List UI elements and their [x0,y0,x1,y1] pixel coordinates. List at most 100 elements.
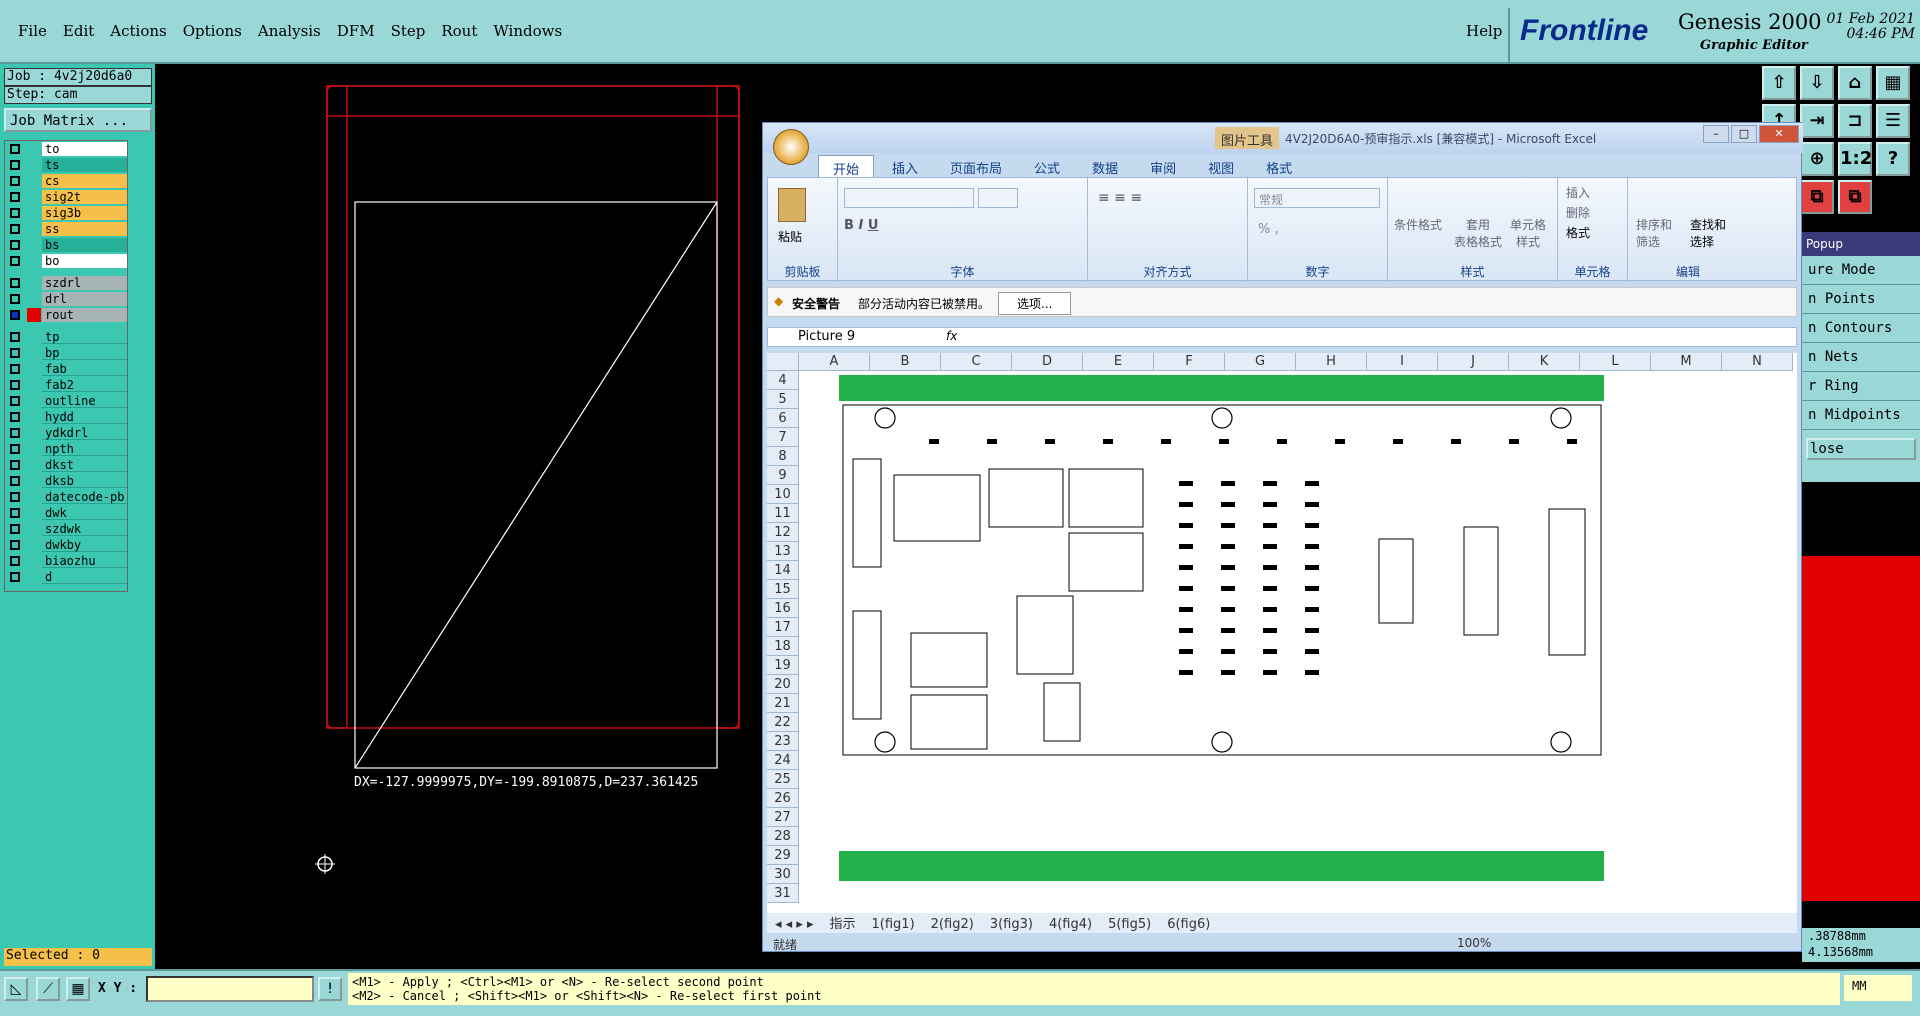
row-header[interactable]: 23 [767,732,799,751]
row-header[interactable]: 28 [767,827,799,846]
sheet-tab[interactable]: 3(fig3) [982,917,1041,932]
align-icon[interactable]: ≡ ≡ ≡ [1098,190,1142,206]
row-header[interactable]: 25 [767,770,799,789]
job-matrix-button[interactable]: Job Matrix ... [4,108,152,132]
sheet-tab[interactable]: 6(fig6) [1159,917,1218,932]
help-icon[interactable]: ? [1876,142,1910,176]
layer-row[interactable]: biaozhu [5,553,127,569]
layer-row[interactable]: d [5,569,127,585]
layer-checkbox[interactable] [10,572,20,582]
layer-row[interactable]: szdrl [5,275,127,291]
name-box[interactable]: Picture 9 [798,329,855,344]
layer-row[interactable]: fab [5,361,127,377]
layer-checkbox[interactable] [10,508,20,518]
menu-file[interactable]: File [10,22,55,40]
row-header[interactable]: 12 [767,523,799,542]
row-header[interactable]: 22 [767,713,799,732]
column-header[interactable]: F [1154,353,1225,371]
layer-row[interactable]: dwkby [5,537,127,553]
layer-row[interactable]: datecode-pb [5,489,127,505]
layer-checkbox[interactable] [10,396,20,406]
column-header[interactable]: L [1580,353,1651,371]
menu-options[interactable]: Options [175,22,250,40]
layer-checkbox[interactable] [10,224,20,234]
popup-item[interactable]: n Points [1802,285,1920,314]
grid-snap-icon[interactable]: ▦ [66,977,90,1001]
layer-row[interactable]: bo [5,253,127,269]
row-header[interactable]: 18 [767,637,799,656]
layer-checkbox[interactable] [10,310,20,320]
layer-row[interactable]: bs [5,237,127,253]
layer-row[interactable]: ts [5,157,127,173]
paste-icon[interactable] [778,188,806,222]
column-header[interactable]: I [1367,353,1438,371]
bars-icon[interactable]: ☰ [1876,104,1910,138]
row-header[interactable]: 14 [767,561,799,580]
layer-checkbox[interactable] [10,348,20,358]
row-header[interactable]: 29 [767,846,799,865]
row-header[interactable]: 7 [767,428,799,447]
font-size-select[interactable] [978,188,1018,208]
layer-checkbox[interactable] [10,278,20,288]
sheet-tab[interactable]: 指示 [822,917,864,932]
row-header[interactable]: 20 [767,675,799,694]
close-icon[interactable]: ✕ [1759,125,1799,143]
layer-checkbox[interactable] [10,144,20,154]
layer-row[interactable]: dkst [5,457,127,473]
options-button[interactable]: 选项... [998,292,1072,315]
row-header[interactable]: 6 [767,409,799,428]
fx-icon[interactable]: fx [946,329,957,343]
menu-step[interactable]: Step [383,22,434,40]
download-icon[interactable]: ⇩ [1800,66,1834,100]
column-header[interactable]: K [1509,353,1580,371]
menu-actions[interactable]: Actions [102,22,174,40]
select-all-corner[interactable] [767,353,799,371]
layer-row[interactable]: dksb [5,473,127,489]
menu-help[interactable]: Help [1458,22,1510,40]
home-icon[interactable]: ⌂ [1838,66,1872,100]
sheet-tab[interactable]: 1(fig1) [864,917,923,932]
row-header[interactable]: 13 [767,542,799,561]
layer-row[interactable]: fab2 [5,377,127,393]
layer-checkbox[interactable] [10,412,20,422]
layer-checkbox[interactable] [10,380,20,390]
popup-item[interactable]: r Ring [1802,372,1920,401]
upload-icon[interactable]: ⇧ [1762,66,1796,100]
layer-checkbox[interactable] [10,444,20,454]
layer-checkbox[interactable] [10,476,20,486]
layer-checkbox[interactable] [10,428,20,438]
row-header[interactable]: 4 [767,371,799,390]
layer-checkbox[interactable] [10,240,20,250]
layer-checkbox[interactable] [10,176,20,186]
column-header[interactable]: D [1012,353,1083,371]
layer-row[interactable]: to [5,141,127,157]
units-selector[interactable]: MM [1844,975,1912,1001]
row-header[interactable]: 11 [767,504,799,523]
layer-checkbox[interactable] [10,492,20,502]
arrow-right-icon[interactable]: ⇥ [1800,104,1834,138]
layer-row[interactable]: ss [5,221,127,237]
row-header[interactable]: 5 [767,390,799,409]
layer-checkbox[interactable] [10,460,20,470]
column-header[interactable]: A [799,353,870,371]
menu-dfm[interactable]: DFM [329,22,383,40]
layer-row[interactable]: hydd [5,409,127,425]
snap-icon[interactable]: ◺ [4,977,28,1001]
bold-icon[interactable]: B I U [844,218,878,233]
menu-analysis[interactable]: Analysis [250,22,329,40]
find-select-button[interactable]: 查找和 选择 [1690,216,1726,250]
cell-style-button[interactable]: 单元格 样式 [1510,216,1546,250]
column-header[interactable]: J [1438,353,1509,371]
popup-close-button[interactable]: lose [1806,438,1916,460]
office-button[interactable] [773,129,809,165]
font-name-select[interactable] [844,188,974,208]
pcb-picture[interactable] [839,371,1779,891]
table-format-button[interactable]: 套用 表格格式 [1454,216,1502,250]
popup-item[interactable]: ure Mode [1802,256,1920,285]
row-header[interactable]: 15 [767,580,799,599]
sheet-tab[interactable]: 2(fig2) [923,917,982,932]
layer-row[interactable]: cs [5,173,127,189]
maximize-icon[interactable]: □ [1731,125,1757,143]
grid-icon[interactable]: ▦ [1876,66,1910,100]
layer-row[interactable]: npth [5,441,127,457]
